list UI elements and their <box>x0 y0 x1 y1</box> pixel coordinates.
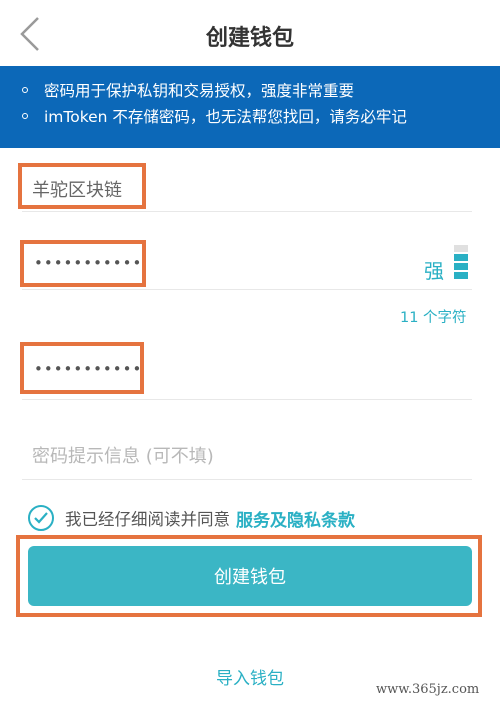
strength-bar <box>454 245 468 252</box>
notice-banner: 密码用于保护私钥和交易授权，强度非常重要 imToken 不存储密码，也无法帮您… <box>0 66 500 148</box>
strength-bar <box>454 254 468 261</box>
password-input[interactable]: ••••••••••• <box>34 254 142 272</box>
agreement-text: 我已经仔细阅读并同意 <box>65 510 230 529</box>
confirm-password-input[interactable]: ••••••••••• <box>34 360 142 378</box>
password-char-count: 11 个字符 <box>400 310 467 326</box>
agree-checkbox[interactable] <box>28 505 54 531</box>
top-bar: 创建钱包 <box>0 0 500 66</box>
password-strength-label: 强 <box>424 259 444 283</box>
password-hint-input[interactable]: 密码提示信息 (可不填) <box>32 442 214 468</box>
password-strength-meter <box>454 245 468 281</box>
check-icon <box>34 512 48 524</box>
page-title: 创建钱包 <box>205 26 294 51</box>
notice-item: 密码用于保护私钥和交易授权，强度非常重要 <box>22 77 500 103</box>
agreement-row: 我已经仔细阅读并同意 服务及隐私条款 <box>28 505 355 531</box>
create-wallet-button[interactable]: 创建钱包 <box>28 546 472 606</box>
terms-link[interactable]: 服务及隐私条款 <box>236 506 355 531</box>
wallet-name-input[interactable]: 羊驼区块链 <box>32 176 122 202</box>
strength-bar <box>454 272 468 279</box>
notice-text: imToken 不存储密码，也无法帮您找回，请务必牢记 <box>44 108 407 126</box>
notice-item: imToken 不存储密码，也无法帮您找回，请务必牢记 <box>22 103 500 129</box>
watermark: www.365jz.com <box>376 682 480 697</box>
bullet-icon <box>22 87 28 93</box>
strength-bar <box>454 263 468 270</box>
notice-text: 密码用于保护私钥和交易授权，强度非常重要 <box>44 82 355 100</box>
bullet-icon <box>22 113 28 119</box>
